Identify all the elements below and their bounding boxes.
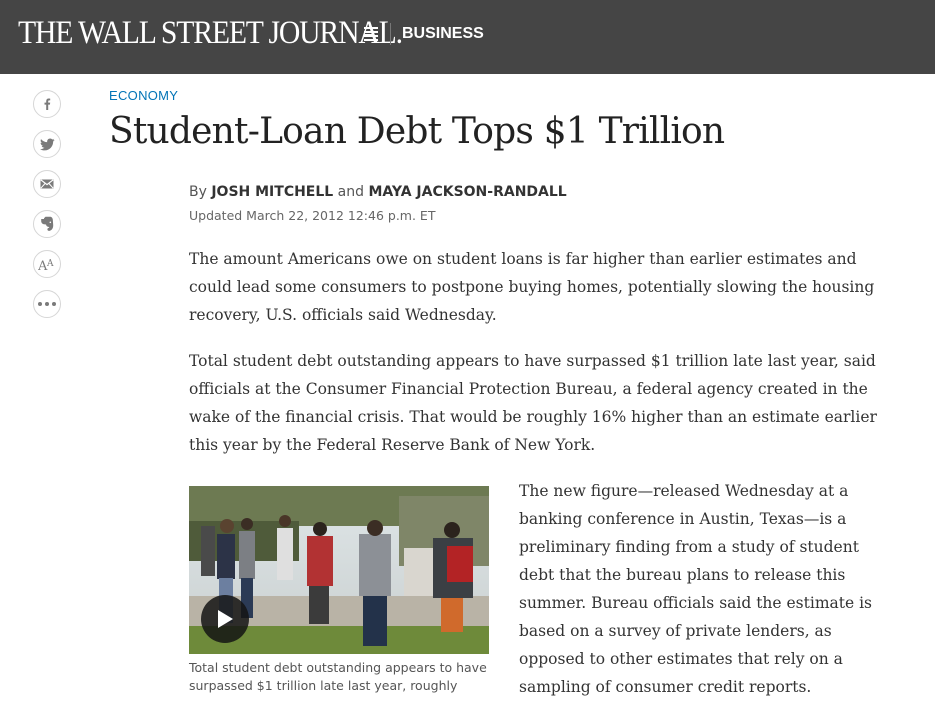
article-paragraph-1: The amount Americans owe on student loan… bbox=[189, 250, 875, 324]
email-icon bbox=[40, 179, 54, 189]
author-link-josh-mitchell[interactable]: JOSH MITCHELL bbox=[211, 184, 333, 200]
section-kicker-link[interactable]: ECONOMY bbox=[109, 88, 178, 103]
share-twitter-button[interactable] bbox=[33, 130, 61, 158]
article-timestamp: Updated March 22, 2012 12:46 p.m. ET bbox=[189, 208, 436, 223]
text-size-button[interactable]: AA bbox=[33, 250, 61, 278]
share-email-button[interactable] bbox=[33, 170, 61, 198]
facebook-icon bbox=[44, 98, 51, 110]
hamburger-menu-icon[interactable] bbox=[364, 27, 378, 41]
byline-prefix: By bbox=[189, 184, 207, 200]
byline: By JOSH MITCHELL and MAYA JACKSON-RANDAL… bbox=[189, 181, 567, 203]
top-nav-bar: THE WALL STREET JOURNAL. BUSINESS bbox=[0, 0, 935, 74]
wsj-logo[interactable]: THE WALL STREET JOURNAL. bbox=[18, 13, 403, 53]
byline-and: and bbox=[337, 184, 365, 200]
section-link-business[interactable]: BUSINESS bbox=[402, 23, 484, 45]
header-divider bbox=[390, 23, 391, 45]
more-dots-icon bbox=[38, 302, 56, 306]
evernote-icon bbox=[41, 216, 54, 231]
article-paragraph-2: Total student debt outstanding appears t… bbox=[189, 352, 877, 454]
svg-text:A: A bbox=[46, 259, 54, 269]
photo-caption: Total student debt outstanding appears t… bbox=[189, 660, 487, 693]
video-play-button[interactable] bbox=[201, 595, 249, 643]
share-facebook-button[interactable] bbox=[33, 90, 61, 118]
author-link-maya-jackson-randall[interactable]: MAYA JACKSON-RANDALL bbox=[368, 184, 566, 200]
twitter-icon bbox=[39, 138, 55, 150]
text-size-icon: AA bbox=[38, 259, 54, 271]
article-paragraph-3: The new figure—released Wednesday at a b… bbox=[519, 482, 872, 696]
share-evernote-button[interactable] bbox=[33, 210, 61, 238]
article-headline: Student-Loan Debt Tops $1 Trillion bbox=[109, 111, 725, 152]
more-share-button[interactable] bbox=[33, 290, 61, 318]
play-icon bbox=[218, 610, 233, 628]
